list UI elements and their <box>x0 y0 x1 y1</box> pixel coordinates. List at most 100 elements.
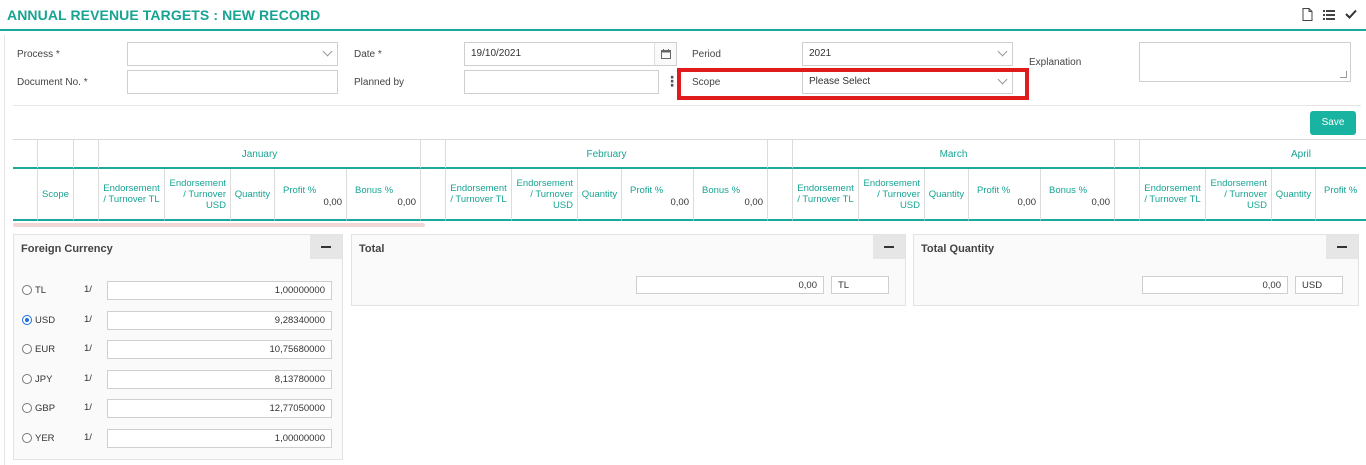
currency-row-jpy: JPY 1/ 8,13780000 <box>14 370 344 390</box>
profit-value: 0,00 <box>1017 197 1037 208</box>
currency-row-yer: YER 1/ 1,00000000 <box>14 429 344 449</box>
explanation-textarea[interactable] <box>1139 42 1351 82</box>
currency-prefix: 1/ <box>84 402 92 413</box>
currency-rate-input[interactable]: 1,00000000 <box>107 281 332 300</box>
grid-spacer-header <box>74 169 99 221</box>
resize-handle-icon[interactable] <box>1340 71 1347 78</box>
currency-radio-selected[interactable] <box>22 315 32 325</box>
currency-rate-input[interactable]: 9,28340000 <box>107 311 332 330</box>
page-title: ANNUAL REVENUE TARGETS : NEW RECORD <box>7 7 321 23</box>
grid-scope-top-cell <box>38 139 74 169</box>
col-endorsement-tl[interactable]: Endorsement / Turnover TL <box>1140 169 1206 221</box>
foreign-currency-card: Foreign Currency TL 1/ 1,00000000 USD 1/… <box>13 234 343 460</box>
collapse-button[interactable] <box>1326 235 1358 259</box>
document-icon[interactable] <box>1300 7 1314 21</box>
col-endorsement-usd[interactable]: Endorsement / Turnover USD <box>165 169 231 221</box>
currency-radio[interactable] <box>22 344 32 354</box>
list-icon[interactable] <box>1322 7 1336 21</box>
currency-rate-input[interactable]: 12,77050000 <box>107 399 332 418</box>
scope-highlight-box <box>677 68 1029 100</box>
currency-prefix: 1/ <box>84 343 92 354</box>
foreign-currency-title: Foreign Currency <box>21 243 113 255</box>
profit-value: 0,00 <box>323 197 343 208</box>
col-quantity[interactable]: Quantity <box>1272 169 1316 221</box>
grid-spacer-cell <box>74 139 99 169</box>
col-profit[interactable]: Profit % <box>1316 169 1366 221</box>
total-value-input[interactable]: 0,00 <box>636 276 824 294</box>
scope-column-header[interactable]: Scope <box>38 169 74 221</box>
currency-row-usd: USD 1/ 9,28340000 <box>14 311 344 331</box>
col-profit[interactable]: Profit % 0,00 <box>275 169 347 221</box>
date-field[interactable]: 19/10/2021 <box>464 42 677 66</box>
col-endorsement-usd[interactable]: Endorsement / Turnover USD <box>859 169 925 221</box>
month-gap-cell <box>421 139 446 169</box>
profit-label: Profit % <box>283 185 317 196</box>
profit-label: Profit % <box>1324 185 1358 196</box>
grid-horizontal-scrollbar[interactable] <box>13 223 425 227</box>
currency-rate-input[interactable]: 10,75680000 <box>107 340 332 359</box>
total-quantity-currency-input[interactable]: USD <box>1295 276 1343 294</box>
col-profit[interactable]: Profit % 0,00 <box>969 169 1041 221</box>
col-endorsement-usd[interactable]: Endorsement / Turnover USD <box>512 169 578 221</box>
currency-code: YER <box>35 433 55 444</box>
currency-row-tl: TL 1/ 1,00000000 <box>14 281 344 301</box>
form-panel: Process * Date * 19/10/2021 Period 2021 … <box>4 35 1366 465</box>
col-quantity[interactable]: Quantity <box>578 169 622 221</box>
explanation-label: Explanation <box>1029 57 1082 68</box>
bonus-value: 0,00 <box>744 197 764 208</box>
total-quantity-title: Total Quantity <box>921 243 995 255</box>
bonus-label: Bonus % <box>702 185 741 196</box>
currency-radio[interactable] <box>22 374 32 384</box>
calendar-icon[interactable] <box>654 43 676 65</box>
col-endorsement-tl[interactable]: Endorsement / Turnover TL <box>793 169 859 221</box>
col-bonus[interactable]: Bonus % 0,00 <box>347 169 421 221</box>
currency-radio[interactable] <box>22 433 32 443</box>
currency-radio[interactable] <box>22 403 32 413</box>
total-currency-input[interactable]: TL <box>831 276 889 294</box>
document-no-label: Document No. * <box>17 77 88 88</box>
month-gap-header <box>768 169 793 221</box>
date-label: Date * <box>354 49 382 60</box>
col-quantity[interactable]: Quantity <box>925 169 969 221</box>
bonus-value: 0,00 <box>1091 197 1111 208</box>
month-header-april: April <box>1140 139 1366 169</box>
profit-label: Profit % <box>630 185 664 196</box>
period-value: 2021 <box>809 48 832 59</box>
currency-code: GBP <box>35 403 56 414</box>
currency-prefix: 1/ <box>84 373 92 384</box>
check-icon[interactable] <box>1344 7 1358 21</box>
process-label: Process * <box>17 49 60 60</box>
month-header-march: March <box>793 139 1115 169</box>
currency-rate-input[interactable]: 8,13780000 <box>107 370 332 389</box>
divider <box>13 105 1361 106</box>
period-select[interactable]: 2021 <box>802 42 1013 66</box>
currency-code: JPY <box>35 374 53 385</box>
collapse-button[interactable] <box>310 235 342 259</box>
collapse-button[interactable] <box>873 235 905 259</box>
col-endorsement-usd[interactable]: Endorsement / Turnover USD <box>1206 169 1272 221</box>
profit-value: 0,00 <box>670 197 690 208</box>
targets-grid: Scope January Endorsement / Turnover TL … <box>13 139 1366 223</box>
planned-by-input[interactable] <box>464 70 659 94</box>
col-bonus[interactable]: Bonus % 0,00 <box>694 169 768 221</box>
save-button[interactable]: Save <box>1310 111 1356 135</box>
minus-icon <box>1337 246 1347 248</box>
col-profit[interactable]: Profit % 0,00 <box>622 169 694 221</box>
total-quantity-value-input[interactable]: 0,00 <box>1142 276 1288 294</box>
col-endorsement-tl[interactable]: Endorsement / Turnover TL <box>99 169 165 221</box>
col-bonus[interactable]: Bonus % 0,00 <box>1041 169 1115 221</box>
col-endorsement-tl[interactable]: Endorsement / Turnover TL <box>446 169 512 221</box>
process-select[interactable] <box>127 42 338 66</box>
currency-code: USD <box>35 315 56 326</box>
currency-row-gbp: GBP 1/ 12,77050000 <box>14 399 344 419</box>
currency-code: TL <box>35 285 47 296</box>
col-quantity[interactable]: Quantity <box>231 169 275 221</box>
currency-radio[interactable] <box>22 285 32 295</box>
bonus-value: 0,00 <box>397 197 417 208</box>
grid-corner-cell <box>13 139 38 169</box>
minus-icon <box>321 246 331 248</box>
currency-rate-input[interactable]: 1,00000000 <box>107 429 332 448</box>
bonus-label: Bonus % <box>1049 185 1088 196</box>
month-header-january: January <box>99 139 421 169</box>
document-no-input[interactable] <box>127 70 338 94</box>
